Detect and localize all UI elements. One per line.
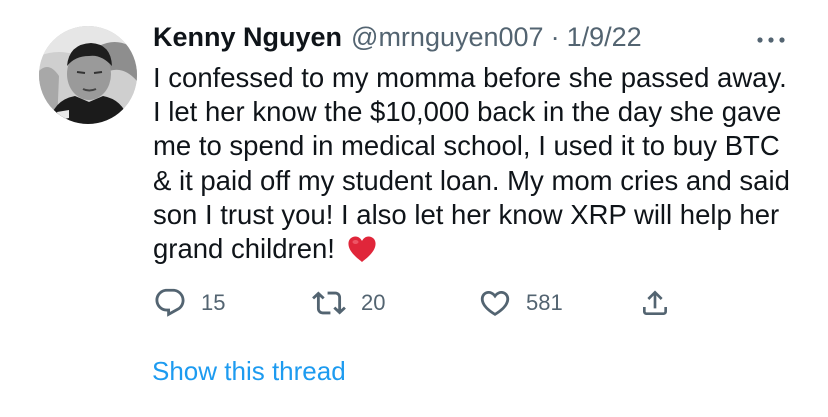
like-icon — [480, 290, 510, 316]
tweet-actions: 15 20 581 — [153, 284, 693, 322]
like-count: 581 — [526, 290, 563, 315]
more-options-button[interactable] — [754, 28, 788, 52]
tweet-text: I confessed to my momma before she passe… — [153, 61, 793, 266]
avatar-photo — [39, 26, 137, 124]
share-button[interactable] — [639, 284, 671, 322]
author-name[interactable]: Kenny Nguyen — [153, 22, 342, 53]
show-thread-link[interactable]: Show this thread — [152, 356, 346, 387]
reply-button[interactable]: 15 — [153, 284, 225, 322]
retweet-count: 20 — [361, 290, 386, 315]
share-icon — [643, 290, 667, 315]
tweet-date[interactable]: 1/9/22 — [567, 22, 642, 53]
header-separator: · — [550, 22, 560, 52]
retweet-button[interactable]: 20 — [311, 284, 385, 322]
author-handle[interactable]: @mrnguyen007 — [351, 22, 544, 53]
reply-count: 15 — [201, 290, 226, 315]
like-button[interactable]: 581 — [478, 284, 563, 322]
red-heart-emoji-icon — [348, 236, 376, 263]
tweet: Kenny Nguyen @mrnguyen007 · 1/9/22 I con… — [0, 0, 828, 417]
more-icon — [757, 37, 785, 43]
tweet-header: Kenny Nguyen @mrnguyen007 · 1/9/22 — [153, 22, 768, 58]
avatar[interactable] — [39, 26, 137, 124]
retweet-icon — [312, 291, 346, 315]
reply-icon — [155, 288, 185, 317]
tweet-text-content: I confessed to my momma before she passe… — [153, 62, 798, 265]
